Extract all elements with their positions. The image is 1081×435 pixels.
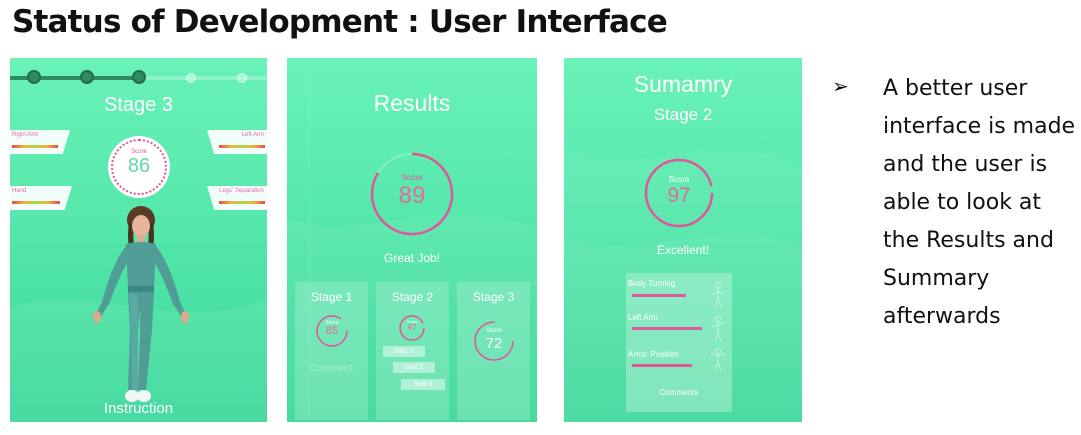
left-arm-label: Left Arm [241, 132, 264, 138]
results-score-label: Score [401, 173, 423, 182]
progress-step-5 [237, 73, 247, 83]
stat-1-tag: Stat 1 [383, 346, 425, 357]
summary-comments: Comments [659, 388, 699, 397]
stage-title: Stage 3 [104, 94, 173, 116]
bullet-text: A better user interface is made and the … [883, 76, 1076, 329]
arms-position-label: Arms' Position [628, 350, 679, 359]
progress-step-2 [80, 70, 94, 84]
stage-1-card[interactable]: Stage 1 Score 85 Comment [295, 282, 368, 420]
right-arm-meter: Right Arm [10, 130, 70, 154]
bullet-arrow-icon: ➢ [832, 76, 849, 98]
summary-score-value: 97 [667, 184, 691, 207]
progress-step-4 [186, 73, 196, 83]
instruction-button[interactable]: Instruction [10, 400, 267, 417]
stage-1-score-value: 85 [325, 325, 339, 337]
summary-score-label: Score [668, 175, 690, 184]
stage-1-score-gauge: Score 85 [315, 314, 349, 348]
progress-step-1 [27, 70, 41, 84]
stage-3-score-value: 72 [485, 335, 503, 352]
hand-meter: Hand [10, 186, 72, 210]
summary-screen: Sumamry Stage 2 Score 97 Excellent! Body… [564, 58, 802, 422]
stage-score-value: 86 [127, 155, 151, 177]
arms-position-bar [632, 364, 692, 367]
avatar-model [93, 206, 189, 402]
stage-2-title: Stage 2 [391, 290, 434, 304]
progress-step-3 [132, 70, 146, 84]
summary-stage: Stage 2 [653, 105, 713, 124]
stage-3-title: Stage 3 [472, 290, 515, 304]
legs-separation-meter: Legs' Separation [207, 186, 267, 210]
pose-figure-icons [710, 282, 726, 371]
stage-3-score-gauge: Score 72 [473, 320, 515, 362]
legs-separation-label: Legs' Separation [219, 188, 264, 194]
summary-details-box: Body Turning Left Arm Arms' Position Com… [626, 273, 732, 412]
right-arm-label: Right Arm [12, 132, 39, 138]
stage-score-circle: Score 86 [108, 136, 170, 198]
stage-1-comment: Comment [309, 363, 354, 374]
stage-1-title: Stage 1 [310, 290, 353, 304]
stat-3-tag: Stat 3 [401, 379, 445, 390]
left-arm-bar [632, 327, 702, 330]
hand-label: Hand [12, 188, 27, 194]
left-arm-label: Left Arm [628, 313, 658, 322]
summary-title: Sumamry [633, 71, 733, 97]
stage-screen: Stage 3 Right Arm Left Arm Hand Legs' Se… [10, 58, 267, 422]
results-screen: Results Score 89 Great Job! Stage 1 Scor… [287, 58, 537, 422]
summary-score-gauge: Score 97 [643, 157, 715, 229]
body-turning-bar [632, 294, 686, 297]
results-verdict: Great Job! [383, 251, 441, 265]
stage-2-score-value: 97 [407, 323, 417, 332]
left-arm-meter: Left Arm [207, 130, 267, 154]
results-score-gauge: Score 89 [369, 151, 455, 237]
stage-3-score-label: Score [486, 328, 502, 334]
stat-2-tag: Stat 2 [393, 362, 435, 373]
results-score-value: 89 [398, 182, 426, 209]
body-turning-label: Body Turning [628, 279, 676, 288]
stage-2-score-gauge: Score 97 [398, 314, 426, 342]
stage-3-card[interactable]: Stage 3 Score 72 [457, 282, 530, 420]
results-title: Results [373, 90, 451, 116]
summary-verdict: Excellent! [656, 243, 710, 257]
slide-title: Status of Development : User Interface [12, 4, 668, 40]
